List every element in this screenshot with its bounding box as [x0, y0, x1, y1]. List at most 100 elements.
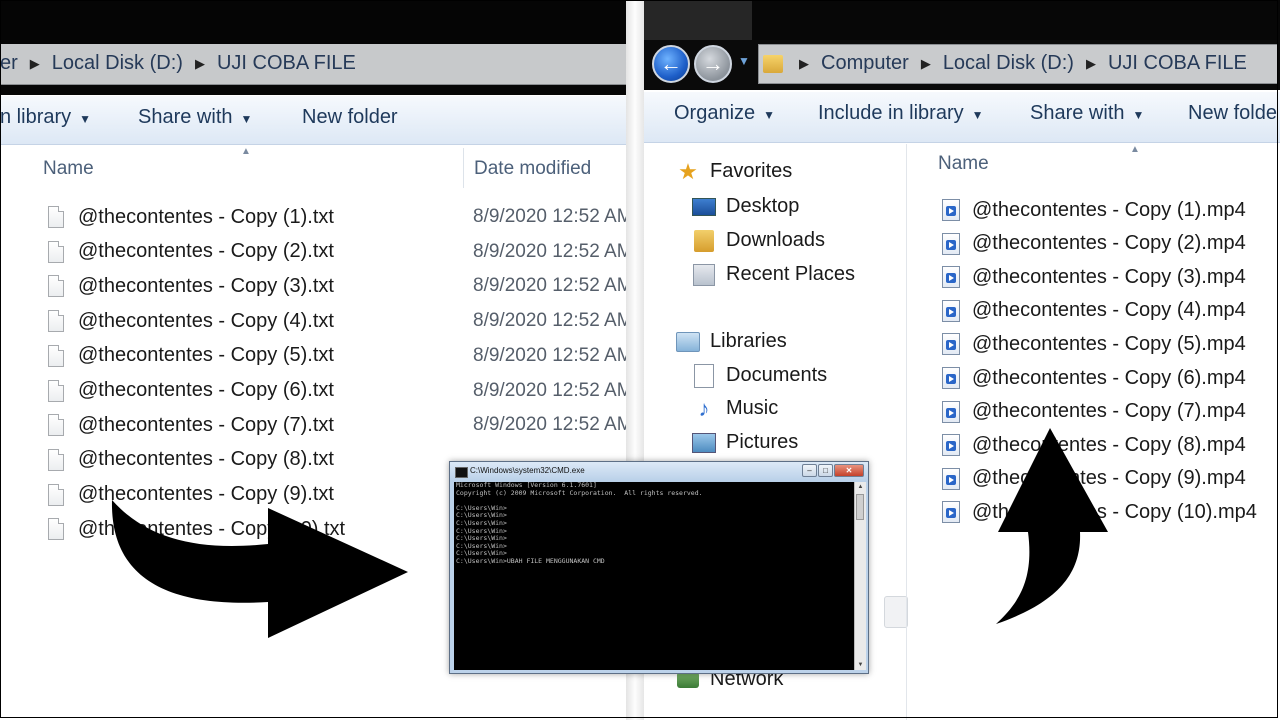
- chevron-down-icon: ▼: [79, 112, 92, 126]
- file-name: @thecontentes - Copy (5).mp4: [972, 332, 1246, 355]
- nav-downloads[interactable]: Downloads: [692, 229, 825, 252]
- text-file-icon: [48, 206, 64, 228]
- close-icon[interactable]: ✕: [834, 464, 864, 477]
- organize-button[interactable]: Organize ▼: [674, 102, 775, 125]
- star-icon: ★: [678, 158, 698, 184]
- file-row-mp4[interactable]: @thecontentes - Copy (4).mp4: [942, 295, 1246, 327]
- new-folder-button[interactable]: New folde: [1188, 102, 1277, 125]
- documents-icon: [692, 363, 716, 388]
- text-file-icon: [48, 344, 64, 367]
- organize-label: Organize: [674, 102, 756, 124]
- console-line: C:\Users\Win>: [456, 526, 507, 535]
- scroll-down-icon[interactable]: ▼: [855, 660, 866, 670]
- file-row-mp4[interactable]: @thecontentes - Copy (3).mp4: [942, 261, 1246, 293]
- folder-icon: [763, 54, 783, 73]
- nav-documents[interactable]: Documents: [692, 363, 828, 388]
- file-row-txt[interactable]: @thecontentes - Copy (1).txt: [48, 201, 334, 233]
- nav-pictures[interactable]: Pictures: [692, 431, 798, 454]
- nav-favorites-label: Favorites: [710, 160, 793, 182]
- include-in-library-button[interactable]: n library ▼: [0, 106, 91, 129]
- video-file-icon: [942, 299, 960, 322]
- file-row-txt[interactable]: @thecontentes - Copy (8).txt: [48, 444, 334, 476]
- left-title-bar: [0, 0, 628, 44]
- nav-documents-label: Documents: [726, 364, 828, 386]
- sort-ascending-icon: ▲: [1130, 144, 1140, 155]
- file-row-mp4[interactable]: @thecontentes - Copy (6).mp4: [942, 362, 1246, 394]
- right-command-bar: Organize ▼ Include in library ▼ Share with…: [644, 92, 1280, 143]
- nav-music[interactable]: ♪ Music: [692, 396, 779, 421]
- breadcrumb-separator-icon[interactable]: ▶: [195, 56, 205, 72]
- minimize-icon[interactable]: –: [802, 464, 817, 477]
- scroll-up-icon[interactable]: ▲: [855, 482, 866, 492]
- file-row-txt[interactable]: @thecontentes - Copy (7).txt: [48, 409, 334, 441]
- right-address-bar[interactable]: ▶ Computer ▶ Local Disk (D:) ▶ UJI COBA …: [758, 44, 1278, 84]
- pictures-icon: [692, 432, 716, 454]
- nav-pane-scrollbar[interactable]: [884, 596, 908, 628]
- recent-pages-dropdown-icon[interactable]: ▼: [738, 54, 750, 68]
- file-name: @thecontentes - Copy (6).txt: [78, 379, 334, 401]
- file-row-txt[interactable]: @thecontentes - Copy (2).txt: [48, 236, 334, 268]
- video-file-icon: [942, 333, 960, 356]
- nav-downloads-label: Downloads: [726, 229, 825, 251]
- video-file-icon: [942, 467, 960, 490]
- nav-pictures-label: Pictures: [726, 431, 799, 453]
- nav-pane-divider[interactable]: [906, 144, 907, 720]
- file-row-mp4[interactable]: @thecontentes - Copy (1).mp4: [942, 194, 1246, 226]
- nav-libraries-label: Libraries: [710, 330, 787, 352]
- file-row-mp4[interactable]: @thecontentes - Copy (2).mp4: [942, 228, 1246, 260]
- nav-libraries[interactable]: Libraries: [676, 330, 787, 353]
- video-file-icon: [942, 400, 960, 423]
- cmd-scrollbar[interactable]: ▲ ▼: [854, 482, 866, 670]
- cmd-title-bar[interactable]: C:\Windows\system32\CMD.exe – □ ✕: [450, 462, 868, 482]
- new-folder-button[interactable]: New folder: [302, 106, 398, 129]
- file-name: @thecontentes - Copy (2).txt: [78, 240, 334, 263]
- file-name: @thecontentes - Copy (5).txt: [78, 344, 334, 367]
- right-title-bar: [644, 0, 1280, 40]
- file-name: @thecontentes - Copy (6).mp4: [972, 366, 1246, 389]
- breadcrumb-uji-coba-file[interactable]: UJI COBA FILE: [1108, 52, 1247, 75]
- file-name: @thecontentes - Copy (8).txt: [78, 448, 334, 471]
- column-header-name[interactable]: Name: [938, 153, 989, 175]
- file-row-txt[interactable]: @thecontentes - Copy (5).txt: [48, 340, 334, 372]
- file-row-txt[interactable]: @thecontentes - Copy (6).txt: [48, 375, 334, 407]
- nav-recent-places[interactable]: Recent Places: [692, 263, 855, 286]
- cmd-window[interactable]: C:\Windows\system32\CMD.exe – □ ✕ Micros…: [449, 461, 869, 674]
- breadcrumb-local-disk[interactable]: Local Disk (D:): [52, 52, 183, 75]
- nav-desktop[interactable]: Desktop: [692, 195, 799, 218]
- cmd-console-output[interactable]: Microsoft Windows [Version 6.1.7601] Copy…: [454, 482, 854, 670]
- video-file-icon: [942, 434, 960, 457]
- breadcrumb-computer[interactable]: Computer: [821, 52, 909, 75]
- breadcrumb-local-disk[interactable]: Local Disk (D:): [943, 52, 1074, 75]
- include-in-library-button[interactable]: Include in library ▼: [818, 102, 984, 125]
- column-header-date-modified[interactable]: Date modified: [474, 158, 591, 180]
- breadcrumb-partial[interactable]: er: [0, 52, 18, 75]
- file-row-txt[interactable]: @thecontentes - Copy (4).txt: [48, 305, 334, 337]
- column-header-name[interactable]: Name: [43, 158, 94, 180]
- file-row-mp4[interactable]: @thecontentes - Copy (5).mp4: [942, 328, 1246, 360]
- file-date-modified: 8/9/2020 12:52 AM: [473, 206, 628, 227]
- nav-favorites[interactable]: ★ Favorites: [676, 158, 793, 184]
- share-with-button[interactable]: Share with ▼: [138, 106, 252, 129]
- breadcrumb-separator-icon[interactable]: ▶: [30, 56, 40, 72]
- file-name: @thecontentes - Copy (1).mp4: [972, 198, 1246, 221]
- left-address-bar[interactable]: er ▶ Local Disk (D:) ▶ UJI COBA FILE: [0, 44, 628, 85]
- scroll-thumb[interactable]: [856, 494, 864, 520]
- forward-arrow-icon[interactable]: →: [694, 45, 732, 83]
- file-name: @thecontentes - Copy (2).mp4: [972, 232, 1246, 255]
- file-name: @thecontentes - Copy (1).txt: [78, 205, 334, 228]
- file-row-txt[interactable]: @thecontentes - Copy (3).txt: [48, 270, 334, 302]
- breadcrumb-uji-coba-file[interactable]: UJI COBA FILE: [217, 52, 356, 75]
- breadcrumb-separator-icon[interactable]: ▶: [1086, 56, 1096, 72]
- share-with-button[interactable]: Share with ▼: [1030, 102, 1144, 125]
- column-divider[interactable]: [463, 148, 464, 188]
- include-in-library-label: n library: [0, 106, 72, 128]
- cmd-title: C:\Windows\system32\CMD.exe: [470, 466, 585, 475]
- breadcrumb-separator-icon[interactable]: ▶: [921, 56, 931, 72]
- maximize-icon[interactable]: □: [818, 464, 833, 477]
- console-line: Copyright (c) 2009 Microsoft Corporation…: [456, 488, 703, 497]
- curved-arrow-right-icon: [111, 500, 408, 638]
- back-arrow-icon[interactable]: ←: [652, 45, 690, 83]
- breadcrumb-separator-icon[interactable]: ▶: [799, 56, 809, 72]
- video-file-icon: [942, 367, 960, 389]
- text-file-icon: [48, 448, 64, 471]
